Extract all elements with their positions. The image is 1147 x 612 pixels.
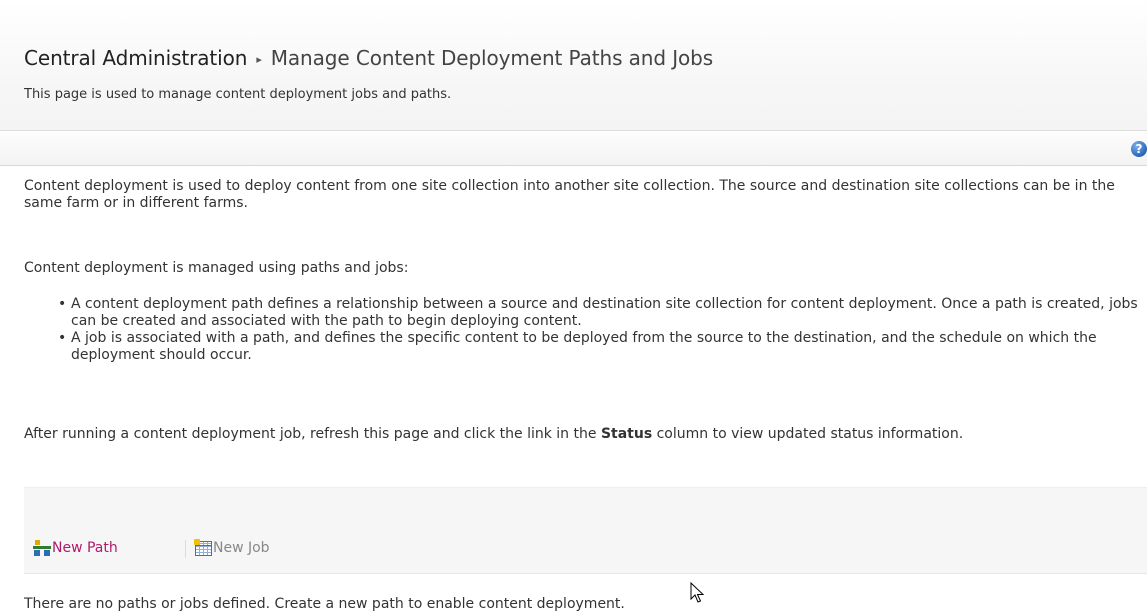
toolbar-divider — [185, 540, 186, 558]
breadcrumb: Central Administration ▸ Manage Content De… — [24, 46, 713, 70]
action-toolbar: New Path New Job — [24, 487, 1147, 574]
new-job-label: New Job — [213, 540, 270, 556]
list-item: • A job is associated with a path, and de… — [24, 330, 1139, 364]
new-job-icon — [194, 538, 212, 556]
page-header: Central Administration ▸ Manage Content De… — [0, 0, 1147, 130]
intro-text: Content deployment is used to deploy con… — [24, 178, 1115, 211]
empty-state-message: There are no paths or jobs defined. Crea… — [24, 596, 625, 612]
help-bar: ? — [0, 130, 1147, 166]
bullet-text: A content deployment path defines a rela… — [71, 296, 1138, 329]
help-icon[interactable]: ? — [1131, 141, 1147, 157]
status-text-prefix: After running a content deployment job, … — [24, 426, 601, 442]
bullet-text: A job is associated with a path, and def… — [71, 330, 1097, 363]
bullet-icon: • — [58, 330, 67, 346]
list-item: • A content deployment path defines a rel… — [24, 296, 1139, 330]
page-description: This page is used to manage content depl… — [24, 87, 452, 102]
managed-text: Content deployment is managed using path… — [24, 260, 409, 276]
new-job-button: New Job — [194, 538, 270, 556]
breadcrumb-separator-icon: ▸ — [256, 53, 262, 66]
status-instructions: After running a content deployment job, … — [24, 426, 1139, 443]
new-path-icon — [33, 540, 51, 556]
status-bold: Status — [600, 426, 653, 442]
bullet-list: • A content deployment path defines a rel… — [24, 296, 1139, 364]
page-title: Manage Content Deployment Paths and Jobs — [270, 46, 714, 70]
breadcrumb-root-link[interactable]: Central Administration — [24, 46, 247, 70]
status-text-suffix: column to view updated status informatio… — [652, 426, 964, 442]
bullet-icon: • — [58, 296, 67, 312]
mouse-cursor-icon — [690, 582, 704, 603]
new-path-button[interactable]: New Path — [33, 540, 118, 556]
new-path-label: New Path — [52, 540, 118, 556]
